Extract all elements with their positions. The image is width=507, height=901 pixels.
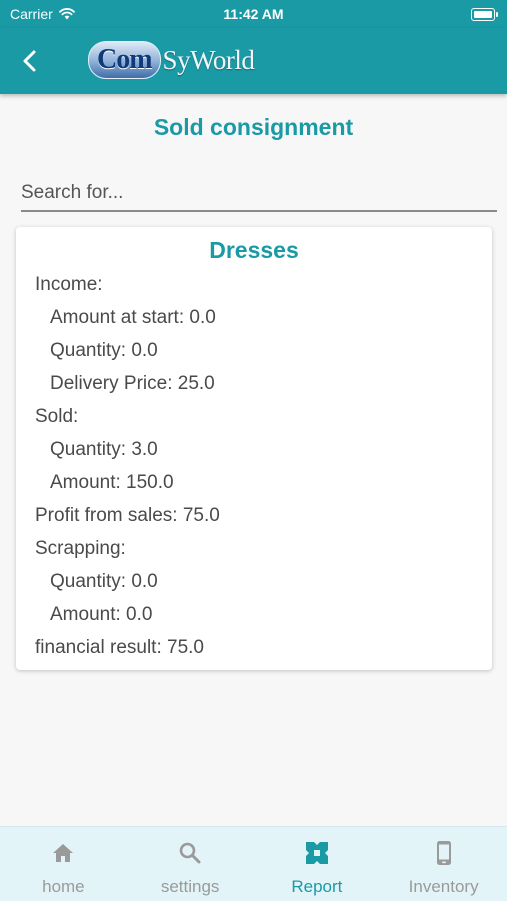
consignment-card: Dresses Income: Amount at start: 0.0 Qua… xyxy=(16,227,492,670)
sold-label: Sold: xyxy=(35,406,79,427)
nav-label-home: home xyxy=(42,877,85,896)
home-icon xyxy=(53,844,74,862)
logo-com-badge: Com xyxy=(88,41,161,79)
bottom-nav: home settings Report Inventory xyxy=(0,826,507,901)
nav-label-settings: settings xyxy=(160,877,220,896)
nav-item-home[interactable]: home xyxy=(0,827,127,901)
phone-icon xyxy=(436,841,451,865)
nav-label-report: Report xyxy=(291,877,343,896)
report-icon xyxy=(305,842,328,864)
nav-item-settings[interactable]: settings xyxy=(127,827,254,901)
nav-item-inventory[interactable]: Inventory xyxy=(380,827,507,901)
nav-item-report[interactable]: Report xyxy=(254,827,381,901)
app-logo: Com SyWorld xyxy=(88,40,255,80)
card-title: Dresses xyxy=(209,237,299,263)
sold-amount: Amount: 150.0 xyxy=(50,472,174,493)
income-quantity: Quantity: 0.0 xyxy=(50,340,158,361)
chevron-left-icon xyxy=(23,50,36,72)
logo-text: SyWorld xyxy=(162,44,255,75)
search-icon xyxy=(179,842,201,864)
nav-label-inventory: Inventory xyxy=(408,877,479,896)
page-title: Sold consignment xyxy=(153,114,354,140)
financial-result: financial result: 75.0 xyxy=(35,637,204,658)
back-button[interactable] xyxy=(14,45,46,77)
search-input[interactable] xyxy=(21,176,497,212)
status-time: 11:42 AM xyxy=(223,6,284,22)
scrapping-quantity: Quantity: 0.0 xyxy=(50,571,158,592)
profit-from-sales: Profit from sales: 75.0 xyxy=(35,505,220,526)
sold-quantity: Quantity: 3.0 xyxy=(50,439,158,460)
battery-icon xyxy=(471,8,498,21)
app-bar: Com SyWorld xyxy=(0,28,507,94)
amount-at-start: Amount at start: 0.0 xyxy=(50,307,216,328)
status-bar: Carrier 11:42 AM xyxy=(0,0,507,28)
scrapping-label: Scrapping: xyxy=(35,538,126,559)
income-label: Income: xyxy=(35,274,103,295)
scrapping-amount: Amount: 0.0 xyxy=(50,604,153,625)
delivery-price: Delivery Price: 25.0 xyxy=(50,373,215,394)
